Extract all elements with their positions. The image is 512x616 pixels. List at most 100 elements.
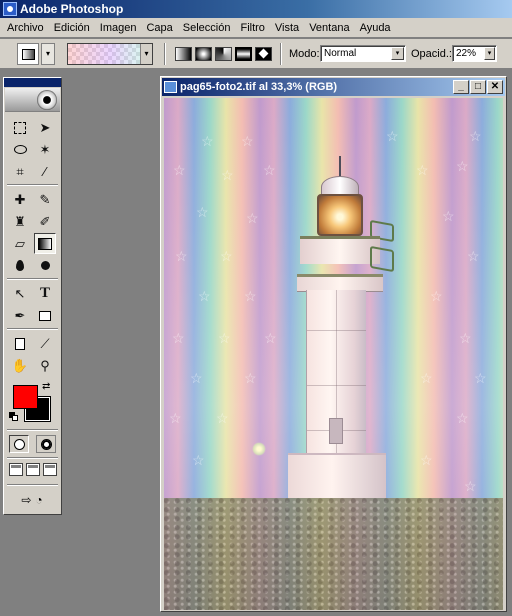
move-tool[interactable]: ➤ [34,117,56,138]
crop-tool[interactable]: ⌗ [9,161,31,182]
image-canvas[interactable]: ☆ ☆ ☆ ☆ ☆ ☆ ☆ ☆ ☆ ☆ ☆ ☆ ☆ ☆ ☆ ☆ ☆ ☆ ☆ ☆ … [164,98,503,610]
full-screen-mode-button[interactable] [43,463,57,476]
jump-to-imageready-button[interactable]: ⇨ ◔ [9,491,55,509]
gradient-picker[interactable]: ▾ [67,43,153,65]
rectangle-icon [39,310,51,321]
star-icon: ☆ [442,208,455,224]
app-title: Adobe Photoshop [20,2,124,16]
mode-select[interactable]: Normal ▾ [320,45,406,62]
pen-tool[interactable]: ✒ [9,305,31,326]
maximize-button[interactable]: □ [470,80,486,94]
default-colors-icon[interactable] [9,412,18,421]
toolbox-divider [7,184,58,186]
tool-preset-dropdown-button[interactable]: ▾ [41,43,55,65]
lighthouse-base [288,453,386,501]
move-arrow-icon: ➤ [39,120,51,135]
type-t-icon: T [39,285,50,301]
options-bar: ▾ ▾ Modo: Normal ▾ Opacid.: 22% ▾ [0,39,512,69]
toolbox-divider [7,429,58,431]
star-icon: ☆ [420,452,433,468]
radial-gradient-button[interactable] [195,47,212,61]
ground-gradient-overlay [164,498,503,610]
reflected-gradient-button[interactable] [235,47,252,61]
document-title-bar[interactable]: pag65-foto2.tif al 33,3% (RGB) _ □ ✕ [162,78,505,96]
brush-tool[interactable]: ✎ [34,189,56,210]
standard-mode-icon [13,438,25,450]
tower-seam [307,385,366,386]
magic-wand-icon: ✶ [39,142,51,157]
slice-knife-icon: ∕ [43,164,47,179]
gradient-tool[interactable] [34,233,56,254]
close-button[interactable]: ✕ [487,80,503,94]
menu-seleccion[interactable]: Selección [178,18,236,38]
linear-gradient-button[interactable] [175,47,192,61]
path-selection-tool[interactable]: ↖ [9,283,31,304]
imageready-arrow-icon: ⇨ [21,493,32,507]
dodge-tool[interactable] [34,255,56,276]
magic-wand-tool[interactable]: ✶ [34,139,56,160]
star-icon: ☆ [386,128,399,144]
tool-preset-picker[interactable] [17,43,39,65]
blur-tool[interactable] [9,255,31,276]
standard-mode-button[interactable] [9,435,29,453]
toolbox-title-bar[interactable] [4,78,61,87]
menu-archivo[interactable]: Archivo [2,18,49,38]
toolbox-header-logo[interactable] [5,88,60,112]
star-icon: ☆ [246,210,259,226]
history-brush-icon: ✐ [39,214,51,229]
eraser-tool[interactable]: ▱ [9,233,31,254]
swap-colors-icon[interactable]: ⇄ [42,381,50,392]
gradient-picker-arrow[interactable]: ▾ [140,44,152,64]
default-fg-square [12,415,18,421]
menu-capa[interactable]: Capa [141,18,177,38]
shape-tool[interactable] [34,305,56,326]
minimize-button[interactable]: _ [453,80,469,94]
options-divider [280,43,282,65]
menu-edicion[interactable]: Edición [49,18,95,38]
slice-tool[interactable]: ∕ [34,161,56,182]
lasso-tool[interactable] [9,139,31,160]
menu-ventana[interactable]: Ventana [304,18,354,38]
type-tool[interactable]: T [34,283,56,304]
notes-tool[interactable] [9,333,31,354]
eyedropper-tool[interactable]: ⟋ [34,333,56,354]
opacity-field[interactable]: 22% ▾ [452,45,497,62]
menu-filtro[interactable]: Filtro [235,18,269,38]
quick-mask-button[interactable] [36,435,56,453]
marquee-icon [14,121,26,134]
history-brush-tool[interactable]: ✐ [34,211,56,232]
photoshop-logo-icon [3,2,17,16]
standard-screen-mode-button[interactable] [9,463,23,476]
menu-vista[interactable]: Vista [270,18,304,38]
foreground-color-swatch[interactable] [13,385,38,409]
angle-gradient-button[interactable] [215,47,232,61]
quick-mask-icon [40,438,52,450]
star-icon: ☆ [416,162,429,178]
zoom-tool[interactable]: ⚲ [34,355,56,376]
opacity-dropdown-arrow-icon[interactable]: ▾ [484,47,495,60]
mode-label: Modo: [289,48,320,60]
path-arrow-icon: ↖ [14,286,26,301]
tower-seam [307,330,366,331]
hand-icon: ✋ [11,358,29,373]
menu-imagen[interactable]: Imagen [95,18,142,38]
hand-tool[interactable]: ✋ [9,355,31,376]
document-window: pag65-foto2.tif al 33,3% (RGB) _ □ ✕ ☆ ☆… [160,76,507,612]
marquee-tool[interactable] [9,117,31,138]
full-screen-menu-mode-button[interactable] [26,463,40,476]
healing-brush-tool[interactable]: ✚ [9,189,31,210]
star-icon: ☆ [430,288,443,304]
star-icon: ☆ [175,248,188,264]
lasso-icon [13,145,27,154]
bandage-icon: ✚ [14,192,26,207]
star-icon: ☆ [244,370,257,386]
menu-ayuda[interactable]: Ayuda [355,18,396,38]
star-icon: ☆ [201,133,214,149]
mode-dropdown-arrow-icon[interactable]: ▾ [391,47,404,60]
sun-glow [252,442,266,456]
star-icon: ☆ [469,128,482,144]
menu-bar: Archivo Edición Imagen Capa Selección Fi… [0,18,512,38]
clone-stamp-tool[interactable]: ♜ [9,211,31,232]
opacity-label: Opacid.: [411,48,452,60]
diamond-gradient-button[interactable] [255,47,272,61]
